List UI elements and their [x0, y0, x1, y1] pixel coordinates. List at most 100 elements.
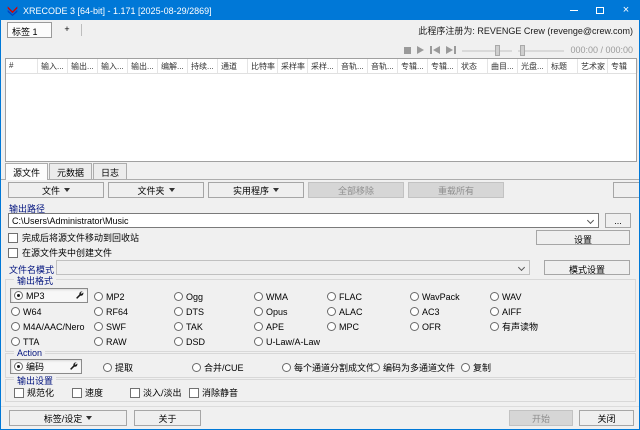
radio-icon	[327, 292, 336, 301]
action-radio-encode-multichannel[interactable]: 编码为多通道文件	[371, 361, 455, 374]
browse-button[interactable]: ...	[605, 213, 631, 228]
column-header-6[interactable]: 持续...	[188, 59, 218, 73]
column-header-12[interactable]: 音轨...	[368, 59, 398, 73]
wrench-icon[interactable]	[75, 291, 84, 300]
action-radio-split-per-channel[interactable]: 每个通道分割成文件	[282, 361, 375, 374]
document-tab-1[interactable]: 标签 1	[7, 22, 52, 38]
item-label: 提取	[115, 361, 133, 374]
action-radio-extract[interactable]: 提取	[103, 361, 133, 374]
column-header-0[interactable]: #	[6, 59, 38, 73]
column-header-18[interactable]: 标题	[548, 59, 578, 73]
radio-icon	[192, 363, 201, 372]
output-settings-button[interactable]: 设置	[536, 230, 630, 245]
column-header-8[interactable]: 比特率	[248, 59, 278, 73]
tab-separator	[81, 24, 82, 36]
setting-checkbox-normalize[interactable]: 规范化	[14, 386, 54, 399]
start-button[interactable]: 开始	[509, 410, 573, 426]
column-header-10[interactable]: 采样...	[308, 59, 338, 73]
column-header-16[interactable]: 曲目...	[488, 59, 518, 73]
output-format-grid: MP3 W64 M4A/AAC/Nero TTA MP2 RF64 SWF RAW Ogg DTS…	[6, 280, 635, 351]
format-radio-ape[interactable]: APE	[254, 320, 284, 333]
filename-pattern-combobox[interactable]	[56, 260, 530, 275]
column-header-14[interactable]: 专辑...	[428, 59, 458, 73]
reload-all-button[interactable]: 重载所有	[408, 182, 504, 198]
format-radio-swf[interactable]: SWF	[94, 320, 126, 333]
item-label: WMA	[266, 292, 288, 302]
format-radio-wma[interactable]: WMA	[254, 290, 288, 303]
column-header-1[interactable]: 输入...	[38, 59, 68, 73]
move-to-recycle-option[interactable]: 完成后将源文件移动到回收站	[8, 231, 139, 244]
checkbox-icon	[8, 233, 18, 243]
action-radio-encode[interactable]: 编码	[10, 359, 82, 374]
more-options-button[interactable]	[613, 182, 640, 198]
panel-tab-source-files[interactable]: 源文件	[5, 163, 48, 180]
panel-tab-log[interactable]: 日志	[93, 163, 127, 179]
column-header-2[interactable]: 输出...	[68, 59, 98, 73]
column-header-4[interactable]: 输出...	[128, 59, 158, 73]
column-header-9[interactable]: 采样率	[278, 59, 308, 73]
stop-icon[interactable]	[404, 47, 411, 54]
setting-checkbox-fade-in-out[interactable]: 淡入/淡出	[130, 386, 182, 399]
format-radio-dsd[interactable]: DSD	[174, 335, 205, 348]
output-path-combobox[interactable]: C:\Users\Administrator\Music	[8, 213, 599, 228]
setting-checkbox-speed[interactable]: 速度	[72, 386, 103, 399]
create-in-source-option[interactable]: 在源文件夹中创建文件	[8, 246, 112, 259]
format-radio-alac[interactable]: ALAC	[327, 305, 363, 318]
format-radio-ofr[interactable]: OFR	[410, 320, 441, 333]
panel-tab-metadata[interactable]: 元数据	[49, 163, 92, 179]
format-radio-tta[interactable]: TTA	[11, 335, 39, 348]
item-label: APE	[266, 322, 284, 332]
format-radio-mp3[interactable]: MP3	[10, 288, 88, 303]
remove-all-button[interactable]: 全部移除	[308, 182, 404, 198]
format-radio-opus[interactable]: Opus	[254, 305, 288, 318]
setting-checkbox-silence-removal[interactable]: 消除静音	[189, 386, 238, 399]
close-icon[interactable]: ×	[613, 1, 639, 20]
app-logo-icon	[7, 5, 18, 16]
action-radio-merge-cue[interactable]: 合并/CUE	[192, 361, 244, 374]
format-radio-mp2[interactable]: MP2	[94, 290, 125, 303]
format-radio-ac3[interactable]: AC3	[410, 305, 440, 318]
previous-icon[interactable]	[430, 46, 440, 54]
format-radio-flac[interactable]: FLAC	[327, 290, 362, 303]
folder-menu-button[interactable]: 文件夹	[108, 182, 204, 198]
volume-slider[interactable]	[462, 45, 512, 56]
about-button[interactable]: 关于	[134, 410, 201, 426]
file-menu-button[interactable]: 文件	[8, 182, 104, 198]
add-tab-button[interactable]: +	[59, 22, 75, 38]
column-header-13[interactable]: 专辑...	[398, 59, 428, 73]
column-header-19[interactable]: 艺术家	[578, 59, 608, 73]
format-radio-mpc[interactable]: MPC	[327, 320, 359, 333]
play-icon[interactable]	[417, 46, 424, 54]
format-radio-u-law-a-law[interactable]: U-Law/A-Law	[254, 335, 320, 348]
maximize-icon[interactable]	[587, 1, 613, 20]
format-radio-aiff[interactable]: AIFF	[490, 305, 522, 318]
pattern-settings-button[interactable]: 模式设置	[544, 260, 630, 275]
column-header-17[interactable]: 光盘...	[518, 59, 548, 73]
format-radio-tak[interactable]: TAK	[174, 320, 203, 333]
minimize-icon[interactable]	[561, 1, 587, 20]
close-button[interactable]: 关闭	[579, 410, 634, 426]
column-header-3[interactable]: 输入...	[98, 59, 128, 73]
column-header-20[interactable]: 专辑	[608, 59, 638, 73]
radio-icon	[11, 322, 20, 331]
next-icon[interactable]	[446, 46, 456, 54]
seek-slider[interactable]	[518, 45, 564, 56]
format-radio-ogg[interactable]: Ogg	[174, 290, 203, 303]
format-radio-wav[interactable]: WAV	[490, 290, 522, 303]
tags-settings-button[interactable]: 标签/设定	[9, 410, 127, 426]
format-radio-rf64[interactable]: RF64	[94, 305, 128, 318]
wrench-icon[interactable]	[69, 362, 78, 371]
action-radio-copy[interactable]: 复制	[461, 361, 491, 374]
utility-menu-button[interactable]: 实用程序	[208, 182, 304, 198]
column-header-15[interactable]: 状态	[458, 59, 488, 73]
format-radio-wavpack[interactable]: WavPack	[410, 290, 460, 303]
format-radio-raw[interactable]: RAW	[94, 335, 127, 348]
column-header-11[interactable]: 音轨...	[338, 59, 368, 73]
format-radio-dts[interactable]: DTS	[174, 305, 204, 318]
format-radio-w64[interactable]: W64	[11, 305, 42, 318]
format-radio-audiobook[interactable]: 有声读物	[490, 320, 538, 333]
column-header-7[interactable]: 通道	[218, 59, 248, 73]
format-radio-m4a-aac-nero[interactable]: M4A/AAC/Nero	[11, 320, 85, 333]
column-header-5[interactable]: 编解...	[158, 59, 188, 73]
table-body[interactable]	[6, 74, 636, 161]
